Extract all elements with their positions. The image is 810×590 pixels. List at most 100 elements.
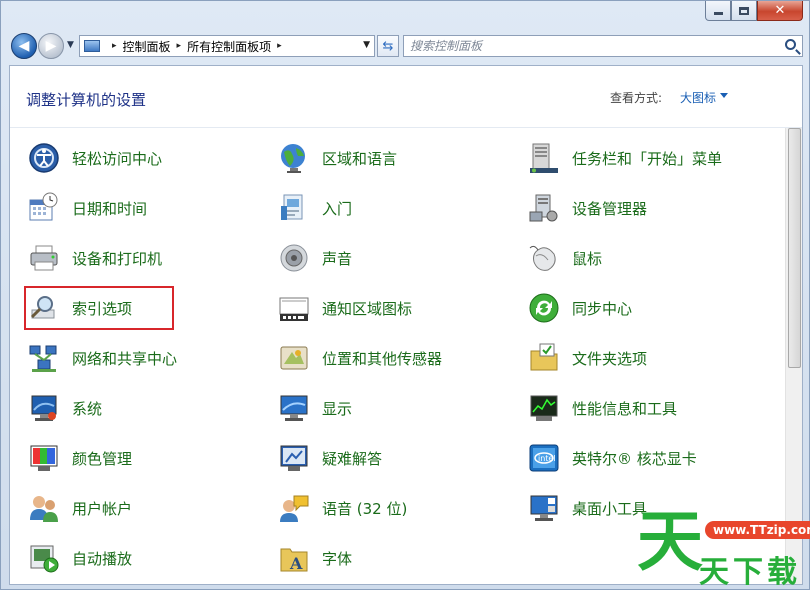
- item-troubleshooting[interactable]: 疑难解答: [276, 438, 526, 478]
- item-label: 设备管理器: [572, 199, 648, 218]
- color-management-icon: [28, 442, 60, 474]
- item-label: 自动播放: [72, 549, 133, 568]
- search-box[interactable]: [403, 35, 803, 57]
- item-intel-graphics[interactable]: intel 英特尔® 核芯显卡: [526, 438, 776, 478]
- view-by-dropdown[interactable]: 大图标: [680, 89, 716, 106]
- item-sound[interactable]: 声音: [276, 238, 526, 278]
- item-notification-area-icons[interactable]: 通知区域图标: [276, 288, 526, 328]
- breadcrumb-separator: ▸: [112, 41, 117, 51]
- item-label: 用户帐户: [72, 499, 133, 518]
- calendar-clock-icon: [28, 192, 60, 224]
- breadcrumb-control-panel[interactable]: 控制面板: [123, 38, 171, 55]
- close-button[interactable]: ✕: [757, 1, 803, 21]
- forward-button[interactable]: ▶: [38, 33, 64, 59]
- back-button[interactable]: ◀: [11, 33, 37, 59]
- item-label: 系统: [72, 399, 103, 418]
- search-input[interactable]: [410, 39, 770, 53]
- view-by-label: 查看方式:: [609, 91, 662, 105]
- display-icon: [278, 392, 310, 424]
- performance-icon: [528, 392, 560, 424]
- troubleshooting-icon: [278, 442, 310, 474]
- intel-graphics-icon: intel: [528, 442, 560, 474]
- item-label: 位置和其他传感器: [322, 349, 443, 368]
- address-bar[interactable]: ▸ 控制面板 ▸ 所有控制面板项 ▸ ▼: [79, 35, 375, 57]
- indexing-icon: [28, 292, 60, 324]
- minimize-icon: [713, 11, 723, 15]
- content-header: 调整计算机的设置 查看方式: 大图标: [10, 66, 802, 128]
- folder-options-icon: [528, 342, 560, 374]
- maximize-button[interactable]: [731, 1, 757, 21]
- item-label: 颜色管理: [72, 449, 133, 468]
- item-date-time[interactable]: 日期和时间: [26, 188, 276, 228]
- scrollbar-thumb[interactable]: [788, 128, 801, 368]
- refresh-icon: ⇆: [382, 38, 394, 54]
- control-panel-icon: [84, 40, 100, 52]
- view-by-caret-icon[interactable]: [720, 93, 728, 98]
- sensor-icon: [278, 342, 310, 374]
- item-ease-of-access[interactable]: 轻松访问中心: [26, 138, 276, 178]
- item-taskbar-start-menu[interactable]: 任务栏和「开始」菜单: [526, 138, 776, 178]
- item-label: 日期和时间: [72, 199, 148, 218]
- item-label: 语音 (32 位): [322, 499, 408, 518]
- printer-icon: [28, 242, 60, 274]
- maximize-icon: [739, 6, 749, 15]
- item-devices-printers[interactable]: 设备和打印机: [26, 238, 276, 278]
- item-label: 网络和共享中心: [72, 349, 178, 368]
- system-icon: [28, 392, 60, 424]
- item-location-sensors[interactable]: 位置和其他传感器: [276, 338, 526, 378]
- item-label: 区域和语言: [322, 149, 398, 168]
- address-dropdown-icon[interactable]: ▼: [363, 40, 370, 50]
- item-color-management[interactable]: 颜色管理: [26, 438, 276, 478]
- autoplay-icon: [28, 542, 60, 574]
- item-indexing-options[interactable]: 索引选项: [24, 286, 174, 330]
- breadcrumb-separator: ▸: [176, 41, 182, 51]
- item-network-sharing-center[interactable]: 网络和共享中心: [26, 338, 276, 378]
- network-icon: [28, 342, 60, 374]
- item-display[interactable]: 显示: [276, 388, 526, 428]
- item-label: 索引选项: [72, 299, 133, 318]
- svg-text:A: A: [289, 554, 303, 573]
- refresh-button[interactable]: ⇆: [377, 35, 399, 57]
- item-device-manager[interactable]: 设备管理器: [526, 188, 776, 228]
- item-label: 入门: [322, 199, 353, 218]
- item-label: 声音: [322, 249, 353, 268]
- item-performance-info[interactable]: 性能信息和工具: [526, 388, 776, 428]
- speech-icon: [278, 492, 310, 524]
- item-system[interactable]: 系统: [26, 388, 276, 428]
- svg-text:intel: intel: [538, 454, 556, 463]
- item-region-language[interactable]: 区域和语言: [276, 138, 526, 178]
- item-autoplay[interactable]: 自动播放: [26, 538, 276, 578]
- caption-buttons: ✕: [705, 1, 803, 21]
- breadcrumb-all-items[interactable]: 所有控制面板项: [187, 38, 271, 55]
- item-sync-center[interactable]: 同步中心: [526, 288, 776, 328]
- close-icon: ✕: [774, 3, 786, 18]
- ease-of-access-icon: [28, 142, 60, 174]
- history-dropdown-icon[interactable]: ▼: [67, 40, 74, 50]
- item-label: 设备和打印机: [72, 249, 163, 268]
- device-manager-icon: [528, 192, 560, 224]
- item-speech[interactable]: 语音 (32 位): [276, 488, 526, 528]
- getting-started-icon: [278, 192, 310, 224]
- item-folder-options[interactable]: 文件夹选项: [526, 338, 776, 378]
- item-label: 英特尔® 核芯显卡: [572, 449, 697, 468]
- watermark-logo: 天 www.TTzip.com 天下载: [633, 509, 810, 590]
- item-user-accounts[interactable]: 用户帐户: [26, 488, 276, 528]
- item-label: 轻松访问中心: [72, 149, 163, 168]
- minimize-button[interactable]: [705, 1, 731, 21]
- back-arrow-icon: ◀: [18, 38, 30, 54]
- item-mouse[interactable]: 鼠标: [526, 238, 776, 278]
- item-fonts[interactable]: A 字体: [276, 538, 526, 578]
- speaker-icon: [278, 242, 310, 274]
- gadgets-icon: [528, 492, 560, 524]
- breadcrumb-separator: ▸: [277, 41, 282, 51]
- item-label: 鼠标: [572, 249, 603, 268]
- item-getting-started[interactable]: 入门: [276, 188, 526, 228]
- search-icon[interactable]: [785, 39, 796, 50]
- item-label: 同步中心: [572, 299, 633, 318]
- item-label: 疑难解答: [322, 449, 383, 468]
- sync-icon: [528, 292, 560, 324]
- globe-icon: [278, 142, 310, 174]
- watermark-glyph: 天: [637, 503, 703, 580]
- taskbar-icon: [528, 142, 560, 174]
- mouse-icon: [528, 242, 560, 274]
